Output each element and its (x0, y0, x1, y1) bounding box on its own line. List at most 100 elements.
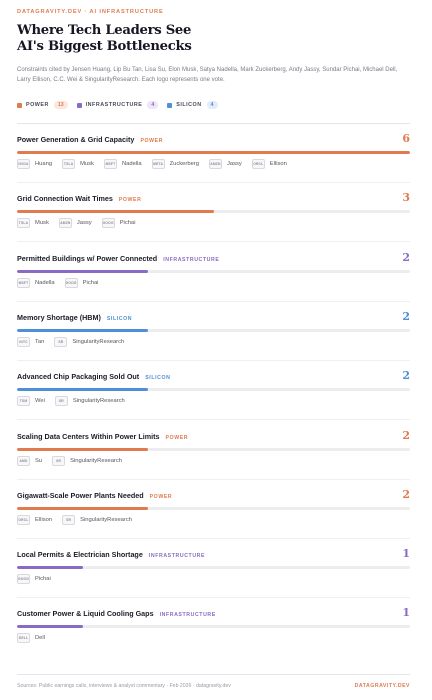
legend-count-badge: 4 (147, 101, 159, 109)
voter-list: TSLA Musk AMZN Jassy GOOG Pichai (17, 218, 145, 229)
company-logo-icon: SR (54, 336, 68, 347)
voter: SR SingularityResearch (54, 396, 125, 407)
page-title: Where Tech Leaders See AI's Biggest Bottl… (17, 23, 337, 55)
voter: DELL Dell (17, 633, 45, 644)
row-header: Customer Power & Liquid Cooling Gaps INFR… (17, 609, 216, 618)
voter-name: Ellison (35, 516, 53, 523)
bar-track (17, 447, 410, 451)
company-logo-icon: DELL (17, 633, 30, 644)
company-logo-icon: ORCL (17, 514, 30, 525)
bar-fill (17, 388, 148, 392)
footer-sources: Sources: Public earnings calls, intervie… (17, 683, 231, 689)
voter-list: INTC Tan SR SingularityResearch (17, 336, 134, 347)
company-logo-icon: MSFT (17, 277, 30, 288)
company-logo-icon: NVDA (17, 159, 30, 169)
bottleneck-label: Grid Connection Wait Times (17, 194, 113, 204)
voter: MSFT Nadella (17, 277, 55, 288)
voter-name: Pichai (82, 279, 99, 286)
vote-count: 2 (402, 369, 410, 383)
voter-name: Tan (35, 338, 45, 345)
voter: GOOG Pichai (17, 574, 51, 585)
voter-list: GOOG Pichai (17, 574, 61, 585)
voter-name: SingularityResearch (70, 457, 122, 464)
legend-item-silicon[interactable]: SILICON 4 (167, 101, 218, 109)
voter: ORCL Ellison (251, 159, 287, 169)
category-tag: INFRASTRUCTURE (159, 612, 216, 619)
legend-label: INFRASTRUCTURE (85, 102, 143, 108)
company-logo-icon: AMZN (58, 218, 72, 229)
bottleneck-label: Power Generation & Grid Capacity (17, 135, 135, 144)
company-logo-icon: SR (62, 514, 76, 525)
legend-swatch (167, 102, 173, 108)
eyebrow: DATAGRAVITY.DEV · AI INFRASTRUCTURE (17, 9, 164, 15)
voter-name: Pichai (119, 220, 136, 227)
bottleneck-row: Scaling Data Centers Within Power Limits… (17, 421, 410, 480)
bar-track (17, 506, 410, 510)
voter: GOOG Pichai (101, 218, 136, 229)
legend-label: SILICON (176, 102, 202, 108)
voter: INTC Tan (17, 336, 45, 347)
voter-name: Su (35, 457, 43, 464)
bottleneck-row: Permitted Buildings w/ Power Connected IN… (17, 243, 410, 302)
category-tag: SILICON (106, 315, 133, 322)
bottleneck-label: Customer Power & Liquid Cooling Gaps (17, 609, 154, 619)
bar-track (17, 625, 410, 629)
voter: SR SingularityResearch (54, 336, 124, 347)
bar-fill (17, 151, 410, 154)
voter-name: Dell (35, 635, 45, 642)
company-logo-icon: INTC (17, 336, 30, 347)
bar-track (17, 566, 410, 570)
voter-list: TSM Wei SR SingularityResearch (17, 396, 135, 407)
row-header: Memory Shortage (HBM) SILICON (17, 313, 132, 322)
company-logo-icon: META (151, 159, 165, 169)
company-logo-icon: TSLA (17, 218, 30, 229)
legend-item-power[interactable]: POWER 13 (17, 101, 68, 109)
page-title-line-1: Where Tech Leaders See (17, 23, 192, 38)
category-tag: SILICON (145, 375, 171, 382)
company-logo-icon: GOOG (17, 574, 30, 585)
legend-count-badge: 4 (206, 101, 218, 109)
category-tag: POWER (149, 493, 173, 500)
company-logo-icon: GOOG (101, 218, 115, 229)
voter-list: MSFT Nadella GOOG Pichai (17, 277, 108, 288)
footer-brand[interactable]: DATAGRAVITY.DEV (355, 683, 410, 689)
voter: SR SingularityResearch (52, 455, 122, 466)
bar-track (17, 388, 410, 392)
legend-item-infrastructure[interactable]: INFRASTRUCTURE 4 (76, 101, 159, 109)
bottleneck-label: Local Permits & Electrician Shortage (17, 550, 143, 560)
bottleneck-row: Gigawatt-Scale Power Plants Needed POWER 2… (17, 480, 410, 539)
voter-name: SingularityResearch (72, 398, 125, 405)
footer-divider (17, 674, 410, 675)
row-header: Local Permits & Electrician Shortage INFR… (17, 550, 205, 559)
voter: TSLA Musk (17, 218, 49, 229)
voter: AMZN Jassy (58, 218, 92, 229)
voter: ORCL Ellison (17, 514, 53, 525)
vote-count: 2 (402, 428, 410, 442)
vote-count: 2 (402, 309, 410, 323)
bottleneck-row: Grid Connection Wait Times POWER 3 TSLA Musk… (17, 183, 410, 243)
bottleneck-row: Customer Power & Liquid Cooling Gaps INFR… (17, 598, 410, 657)
bar-track (17, 269, 410, 273)
vote-count: 6 (402, 132, 410, 145)
voter-list: DELL Dell (17, 633, 55, 644)
bottleneck-label: Scaling Data Centers Within Power Limits (17, 431, 160, 441)
bottleneck-row: Power Generation & Grid Capacity POWER 6 NV… (17, 124, 410, 183)
bottleneck-label: Advanced Chip Packaging Sold Out (17, 372, 140, 382)
voter-list: ORCL Ellison SR SingularityResearch (17, 514, 142, 525)
legend-swatch (76, 102, 82, 108)
company-logo-icon: AMD (17, 455, 30, 466)
legend-count-badge: 13 (53, 101, 68, 109)
vote-count: 1 (402, 547, 410, 561)
bottleneck-label: Memory Shortage (HBM) (17, 312, 101, 322)
bottleneck-row: Memory Shortage (HBM) SILICON 2 INTC Tan SR Si… (17, 302, 410, 361)
voter-name: Nadella (35, 279, 55, 286)
page-title-line-2: AI's Biggest Bottlenecks (17, 39, 192, 54)
company-logo-icon: SR (54, 396, 68, 407)
row-header: Power Generation & Grid Capacity POWER (17, 135, 163, 144)
bar-fill (17, 269, 148, 273)
voter: AMZN Jassy (208, 159, 242, 169)
vote-count: 2 (402, 250, 410, 264)
bar-fill (17, 210, 214, 214)
voter: GOOG Pichai (64, 277, 99, 288)
vote-count: 2 (402, 487, 410, 501)
